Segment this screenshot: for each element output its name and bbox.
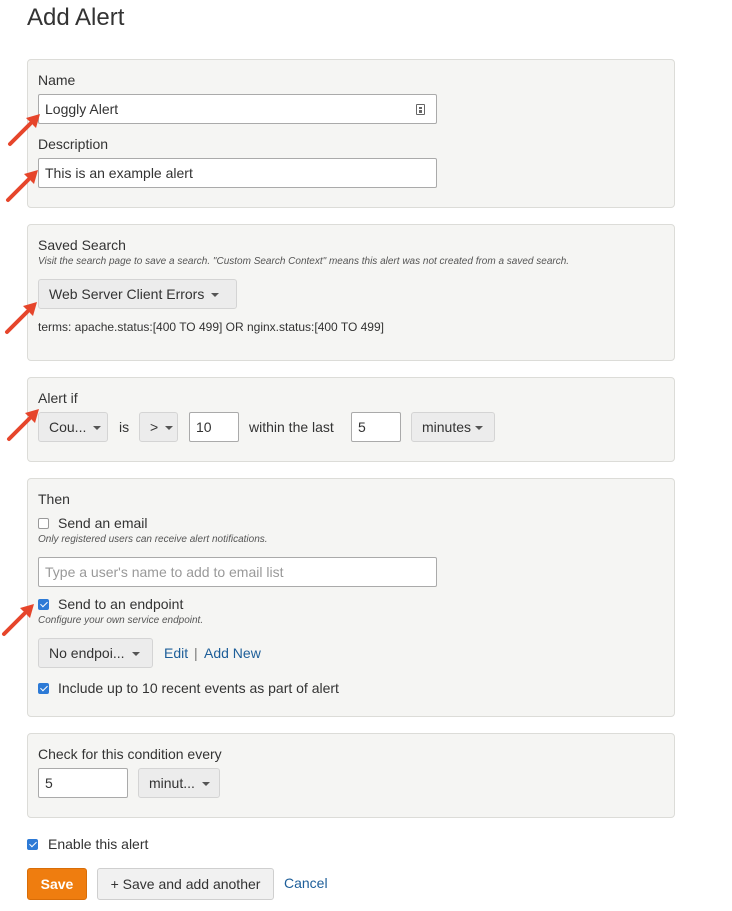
- aggregate-dropdown[interactable]: Cou...: [38, 412, 108, 442]
- name-field[interactable]: [38, 94, 437, 124]
- saved-search-hint: Visit the search page to save a search. …: [38, 256, 570, 267]
- annotation-arrow-name: [8, 112, 42, 146]
- name-label: Name: [38, 72, 76, 88]
- send-email-label: Send an email: [58, 515, 148, 531]
- annotation-arrow-endpoint: [2, 602, 36, 636]
- contact-card-icon: [416, 104, 425, 115]
- send-email-checkbox[interactable]: [38, 518, 49, 529]
- check-interval-field[interactable]: [38, 768, 128, 798]
- chevron-down-icon: [131, 652, 140, 657]
- email-hint: Only registered users can receive alert …: [38, 534, 268, 545]
- annotation-arrow-description: [6, 168, 40, 202]
- description-field[interactable]: [38, 158, 437, 188]
- enable-alert-checkbox[interactable]: [27, 839, 38, 850]
- period-value-field[interactable]: [351, 412, 401, 442]
- include-events-checkbox[interactable]: [38, 683, 49, 694]
- threshold-field[interactable]: [189, 412, 239, 442]
- then-label: Then: [38, 491, 70, 507]
- aggregate-selected: Cou...: [49, 419, 87, 435]
- chevron-down-icon: [475, 426, 484, 431]
- include-events-label: Include up to 10 recent events as part o…: [58, 680, 339, 696]
- edit-endpoint-link[interactable]: Edit: [164, 645, 188, 661]
- description-label: Description: [38, 136, 109, 152]
- saved-search-terms: terms: apache.status:[400 TO 499] OR ngi…: [38, 320, 384, 334]
- email-list-input[interactable]: [38, 557, 437, 587]
- save-and-add-another-button[interactable]: + Save and add another: [97, 868, 274, 900]
- period-unit-selected: minutes: [422, 419, 472, 435]
- saved-search-selected: Web Server Client Errors: [49, 286, 205, 302]
- is-text: is: [119, 419, 130, 435]
- chevron-down-icon: [93, 426, 102, 431]
- chevron-down-icon: [211, 293, 220, 298]
- operator-selected: >: [150, 419, 159, 435]
- chevron-down-icon: [165, 426, 174, 431]
- within-text: within the last: [249, 419, 334, 435]
- annotation-arrow-alert-if: [7, 407, 41, 441]
- check-every-label: Check for this condition every: [38, 746, 222, 762]
- saved-search-label: Saved Search: [38, 237, 126, 253]
- annotation-arrow-saved-search: [5, 300, 39, 334]
- send-endpoint-label: Send to an endpoint: [58, 596, 184, 612]
- period-unit-dropdown[interactable]: minutes: [411, 412, 495, 442]
- page-title: Add Alert: [27, 4, 125, 31]
- endpoint-dropdown[interactable]: No endpoi...: [38, 638, 153, 668]
- operator-dropdown[interactable]: >: [139, 412, 178, 442]
- saved-search-dropdown[interactable]: Web Server Client Errors: [38, 279, 237, 309]
- check-unit-selected: minut...: [149, 775, 195, 791]
- enable-alert-label: Enable this alert: [48, 836, 149, 852]
- alert-if-label: Alert if: [38, 390, 78, 406]
- link-separator: |: [194, 645, 198, 661]
- save-button[interactable]: Save: [27, 868, 87, 900]
- add-new-endpoint-link[interactable]: Add New: [204, 645, 261, 661]
- cancel-link[interactable]: Cancel: [284, 875, 328, 891]
- chevron-down-icon: [201, 782, 210, 787]
- check-unit-dropdown[interactable]: minut...: [138, 768, 220, 798]
- endpoint-selected: No endpoi...: [49, 645, 125, 661]
- endpoint-hint: Configure your own service endpoint.: [38, 615, 204, 626]
